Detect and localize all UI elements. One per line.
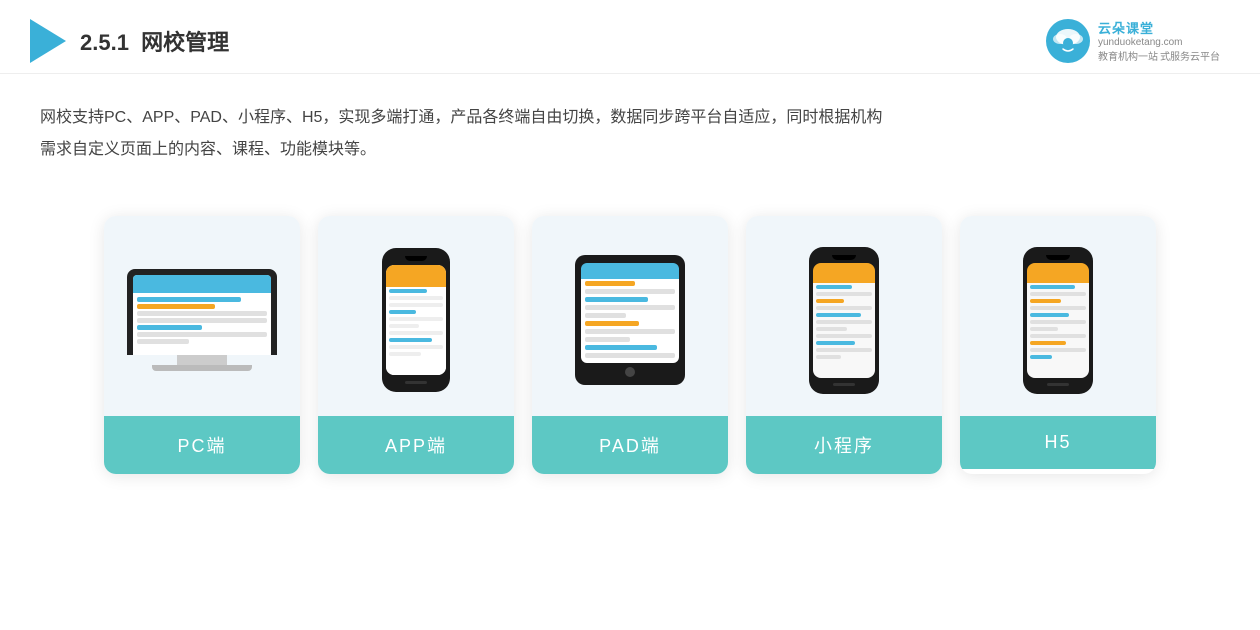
card-pad-image (532, 216, 728, 416)
card-pad-label: PAD端 (532, 416, 728, 474)
card-app-label: APP端 (318, 416, 514, 474)
brand-text: 云朵课堂 yunduoketang.com 教育机构一站 式服务云平台 (1098, 18, 1220, 63)
page-title: 2.5.1 网校管理 (80, 25, 229, 57)
phone-mockup-app (382, 248, 450, 392)
phone-mockup-mini (809, 247, 879, 394)
brand-logo: 云朵课堂 yunduoketang.com 教育机构一站 式服务云平台 (1046, 18, 1220, 63)
card-pc-label: PC端 (104, 416, 300, 474)
pc-mockup (127, 269, 277, 371)
brand-icon (1046, 19, 1090, 63)
header-left: 2.5.1 网校管理 (30, 19, 229, 63)
description-line2: 需求自定义页面上的内容、课程、功能模块等。 (40, 134, 1220, 166)
logo-icon (30, 19, 66, 63)
page-header: 2.5.1 网校管理 云朵课堂 yunduoketang.com 教育机构一站 … (0, 0, 1260, 74)
card-mini: 小程序 (746, 216, 942, 474)
description-block: 网校支持PC、APP、PAD、小程序、H5，实现多端打通，产品各终端自由切换，数… (0, 74, 1260, 176)
card-h5-label: H5 (960, 416, 1156, 469)
card-mini-label: 小程序 (746, 416, 942, 474)
brand-url: yunduoketang.com (1098, 37, 1183, 48)
brand-name: 云朵课堂 (1098, 18, 1154, 37)
card-h5-image (960, 216, 1156, 416)
card-app-image (318, 216, 514, 416)
pad-mockup (575, 255, 685, 385)
cards-container: PC端 (0, 186, 1260, 494)
card-pc-image (104, 216, 300, 416)
description-line1: 网校支持PC、APP、PAD、小程序、H5，实现多端打通，产品各终端自由切换，数… (40, 102, 1220, 134)
brand-slogan2: 式服务云平台 (1160, 48, 1220, 63)
card-app: APP端 (318, 216, 514, 474)
card-mini-image (746, 216, 942, 416)
card-pad: PAD端 (532, 216, 728, 474)
phone-mockup-h5 (1023, 247, 1093, 394)
brand-slogan1: 教育机构一站 (1098, 48, 1158, 63)
card-h5: H5 (960, 216, 1156, 474)
card-pc: PC端 (104, 216, 300, 474)
